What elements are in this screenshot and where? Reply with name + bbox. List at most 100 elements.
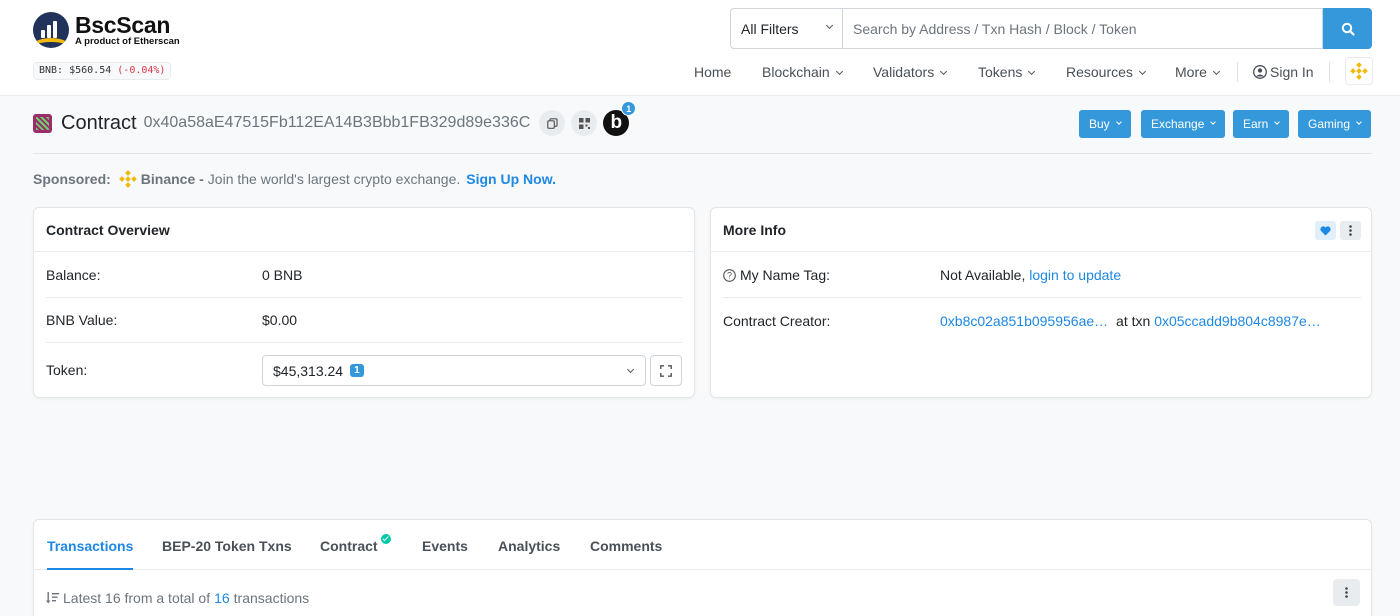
nav-more-label: More [1175, 64, 1207, 80]
title-divider [33, 153, 1372, 154]
chevron-down-icon [1138, 67, 1146, 76]
page-title-row: Contract 0x40a58aE47515Fb112EA14B3Bbb1FB… [33, 101, 637, 138]
token-expand-button[interactable] [650, 355, 682, 386]
contract-creator-label: Contract Creator: [723, 313, 831, 329]
chevron-down-icon [835, 67, 843, 76]
contract-identicon [33, 113, 52, 133]
blockscan-chat-letter: b [610, 112, 623, 133]
contract-overview-title: Contract Overview [34, 208, 694, 252]
tab-contract[interactable]: Contract [320, 520, 391, 570]
tab-events[interactable]: Events [422, 520, 468, 570]
bnb-value-label: BNB Value: [46, 312, 118, 328]
nav-more[interactable]: More [1175, 60, 1220, 84]
qr-code-icon [578, 117, 590, 129]
logo-subtitle: A product of Etherscan [75, 36, 180, 47]
name-tag-label: My Name Tag: [740, 267, 830, 283]
search-filter-label: All Filters [741, 20, 799, 37]
creator-at-text: at txn [1116, 313, 1151, 329]
chevron-down-icon [1115, 119, 1122, 125]
name-tag-value: Not Available, login to update [940, 267, 1121, 283]
earn-dropdown-button[interactable]: Earn [1233, 110, 1290, 138]
binance-icon [118, 170, 137, 188]
blockscan-chat-button[interactable]: b 1 [603, 101, 637, 136]
nav-blockchain[interactable]: Blockchain [762, 60, 843, 84]
login-to-update-link[interactable]: login to update [1029, 267, 1121, 283]
name-tag-row-label: ? My Name Tag: [723, 267, 830, 283]
chevron-down-icon [626, 365, 635, 374]
tab-comments[interactable]: Comments [590, 520, 662, 570]
contract-overview-card: Contract Overview Balance: 0 BNB BNB Val… [33, 207, 695, 398]
creator-address-link[interactable]: 0xb8c02a851b095956ae… [940, 313, 1108, 329]
transactions-card: Transactions BEP-20 Token Txns Contract … [33, 519, 1372, 616]
summary-prefix: Latest 16 from a total of [63, 590, 211, 606]
chevron-down-icon [940, 67, 948, 76]
nav-tokens[interactable]: Tokens [978, 60, 1036, 84]
sign-in-label: Sign In [1270, 64, 1314, 80]
row-divider [723, 297, 1361, 298]
kebab-menu-icon [1349, 225, 1352, 236]
bnb-price[interactable]: BNB: $560.54 (-0.04%) [33, 62, 172, 80]
exchange-dropdown-button[interactable]: Exchange [1141, 110, 1226, 138]
gaming-label: Gaming [1308, 117, 1351, 131]
nav-validators[interactable]: Validators [873, 60, 948, 84]
nav-resources-label: Resources [1066, 64, 1133, 80]
tab-bep20-token-txns[interactable]: BEP-20 Token Txns [162, 520, 292, 570]
sponsor-signup-link[interactable]: Sign Up Now. [466, 171, 556, 187]
gaming-dropdown-button[interactable]: Gaming [1298, 110, 1372, 138]
verified-check-icon [380, 534, 391, 544]
nav-divider [1329, 62, 1330, 82]
nav-home[interactable]: Home [694, 60, 731, 84]
qr-code-button[interactable] [571, 110, 598, 136]
copy-address-button[interactable] [539, 110, 566, 136]
contract-creator-value: 0xb8c02a851b095956ae… at txn 0x05ccadd9b… [940, 313, 1321, 329]
earn-label: Earn [1243, 117, 1269, 131]
search-bar: All Filters [730, 8, 1372, 49]
copy-icon [546, 117, 558, 129]
page-title: Contract [61, 111, 137, 134]
sort-icon [46, 592, 59, 604]
more-info-card: More Info ? My Name Tag: Not Available, … [710, 207, 1372, 398]
buy-dropdown-button[interactable]: Buy [1079, 110, 1131, 138]
transactions-options-button[interactable] [1333, 579, 1360, 606]
transactions-summary: Latest 16 from a total of 16 transaction… [46, 590, 309, 606]
sponsored-label: Sponsored: [33, 171, 111, 187]
row-divider [46, 297, 682, 298]
tab-transactions[interactable]: Transactions [47, 520, 134, 570]
chevron-down-icon [825, 21, 834, 30]
nav-validators-label: Validators [873, 64, 935, 80]
name-tag-status: Not Available, [940, 267, 1026, 283]
creator-txn-link[interactable]: 0x05ccadd9b804c8987e… [1154, 313, 1321, 329]
svg-text:?: ? [727, 270, 732, 280]
token-holdings-dropdown[interactable]: $45,313.24 1 [262, 355, 646, 386]
network-switch-button[interactable] [1345, 57, 1373, 85]
search-filter-select[interactable]: All Filters [730, 8, 842, 49]
heart-icon [1320, 225, 1331, 235]
notification-count-badge: 1 [621, 101, 637, 116]
sponsor-text: Join the world's largest crypto exchange… [207, 171, 461, 187]
bscscan-logo[interactable]: BscScan A product of Etherscan [33, 12, 180, 48]
sponsor-brand: Binance - [140, 171, 204, 187]
tab-analytics[interactable]: Analytics [498, 520, 560, 570]
exchange-label: Exchange [1151, 117, 1205, 131]
nav-divider [1237, 62, 1238, 82]
kebab-menu-icon [1345, 587, 1348, 598]
chevron-down-icon [1274, 119, 1281, 125]
bnb-price-value: BNB: $560.54 [39, 65, 112, 76]
bnb-value: $0.00 [262, 312, 298, 328]
binance-icon [1350, 62, 1368, 80]
summary-count-link[interactable]: 16 [214, 590, 230, 606]
search-input[interactable] [842, 8, 1323, 49]
sponsored-banner: Sponsored: Binance - Join the world's la… [33, 170, 556, 188]
sign-in-link[interactable]: Sign In [1253, 60, 1314, 84]
balance-value: 0 BNB [262, 267, 303, 283]
tab-contract-label: Contract [320, 538, 378, 554]
nav-resources[interactable]: Resources [1066, 60, 1146, 84]
search-button[interactable] [1323, 8, 1372, 49]
question-circle-icon: ? [723, 268, 736, 282]
more-options-button[interactable] [1340, 221, 1361, 240]
user-circle-icon [1253, 65, 1267, 79]
bnb-price-change: (-0.04%) [117, 65, 166, 76]
favorite-button[interactable] [1315, 221, 1336, 240]
token-holdings-value: $45,313.24 [273, 362, 344, 379]
expand-icon [660, 364, 672, 377]
